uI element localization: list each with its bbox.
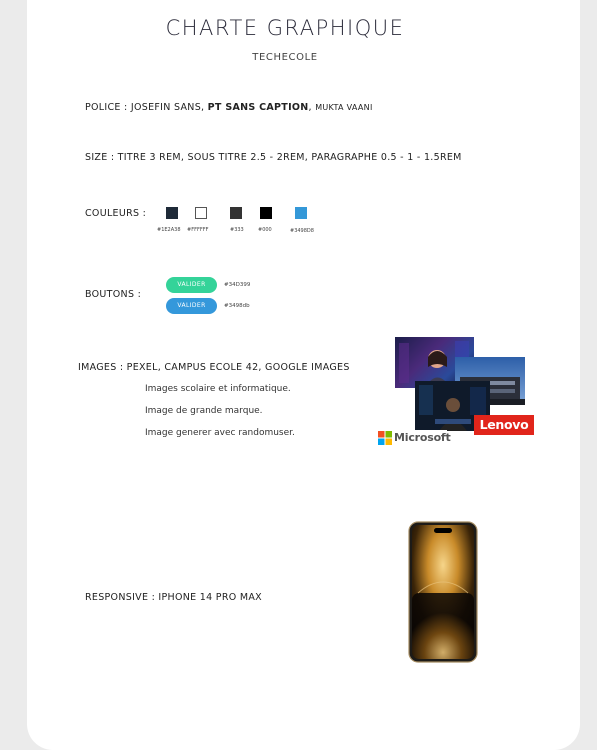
page-subtitle: TECHECOLE: [252, 52, 318, 63]
couleurs-label: COULEURS :: [85, 208, 147, 219]
microsoft-wordmark: Microsoft: [394, 431, 451, 444]
swatch-label-3498d8: #3498D8: [290, 228, 314, 234]
swatch-label-333: #333: [230, 227, 244, 233]
page-title: CHARTE GRAPHIQUE: [165, 16, 405, 40]
police-label: POLICE : JOSEFIN SANS,: [85, 102, 208, 113]
images-line-1: Images scolaire et informatique.: [145, 384, 291, 394]
police-font-mukta: MUKTA VAANI: [315, 103, 373, 112]
color-swatch-000: [260, 207, 272, 219]
police-font-pt-sans: PT SANS CAPTION: [207, 102, 309, 113]
images-line-3: Image generer avec randomuser.: [145, 428, 295, 438]
boutons-label: BOUTONS :: [85, 289, 142, 300]
microsoft-windows-icon: [378, 431, 392, 445]
button-color-label-green: #34D399: [224, 282, 251, 288]
valider-button-green[interactable]: VALIDER: [166, 277, 217, 293]
police-line: POLICE : JOSEFIN SANS, PT SANS CAPTION, …: [85, 102, 373, 113]
iphone-illustration: [408, 521, 478, 663]
size-line: SIZE : TITRE 3 REM, SOUS TITRE 2.5 - 2RE…: [85, 152, 462, 163]
valider-button-blue[interactable]: VALIDER: [166, 298, 217, 314]
color-swatch-ffffff: [195, 207, 207, 219]
images-line-2: Image de grande marque.: [145, 406, 263, 416]
images-label: IMAGES : PEXEL, CAMPUS ECOLE 42, GOOGLE …: [78, 362, 350, 373]
swatch-label-ffffff: #FFFFFF: [187, 227, 209, 233]
swatch-label-1e2a38: #1E2A38: [157, 227, 181, 233]
lenovo-logo: Lenovo: [474, 415, 534, 435]
microsoft-logo: Microsoft: [377, 430, 451, 446]
button-color-label-blue: #3498db: [224, 303, 250, 309]
swatch-label-000: #000: [258, 227, 272, 233]
color-swatch-3498d8: [295, 207, 307, 219]
color-swatch-333: [230, 207, 242, 219]
responsive-label: RESPONSIVE : IPHONE 14 PRO MAX: [85, 592, 262, 603]
color-swatch-1e2a38: [166, 207, 178, 219]
